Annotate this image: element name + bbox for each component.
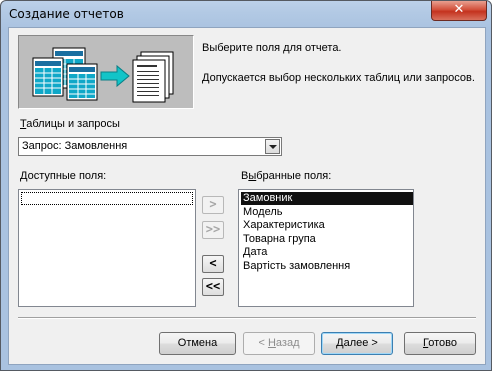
available-fields-label-text: оступные поля: xyxy=(27,170,107,182)
list-item[interactable]: Дата xyxy=(241,246,413,259)
dialog-window: Создание отчетов ✕ Выберите поля для отч… xyxy=(0,0,492,371)
back-button[interactable]: < Назад xyxy=(243,332,315,355)
back-button-label: азад xyxy=(275,337,300,349)
title-bar[interactable]: Создание отчетов ✕ xyxy=(1,1,491,27)
available-fields-list[interactable] xyxy=(18,189,196,307)
back-button-accel: Н xyxy=(267,337,276,349)
selected-fields-label: Выбранные поля: xyxy=(241,170,331,182)
add-field-button[interactable]: > xyxy=(202,196,224,214)
tables-queries-label: Таблицы и запросы xyxy=(20,118,120,130)
list-item[interactable]: Товарна група xyxy=(241,233,413,246)
divider xyxy=(18,317,476,319)
instruction-text: Выберите поля для отчета. xyxy=(202,42,342,54)
next-button-accel: Д xyxy=(336,337,344,349)
tables-queries-value: Запрос: Замовлення xyxy=(22,140,128,152)
list-focus-indicator xyxy=(21,192,193,205)
selected-fields-label-text: бранные поля: xyxy=(256,170,332,182)
wizard-illustration xyxy=(18,35,194,109)
finish-button[interactable]: Готово xyxy=(404,332,476,355)
close-button[interactable]: ✕ xyxy=(431,1,487,21)
list-item[interactable]: Замовник xyxy=(241,192,413,205)
multi-select-hint: Допускается выбор нескольких таблиц или … xyxy=(202,72,475,84)
cancel-button[interactable]: Отмена xyxy=(159,332,236,355)
add-all-fields-button[interactable]: >> xyxy=(202,221,224,239)
list-item[interactable]: Вартість замовлення xyxy=(241,260,413,273)
available-fields-label: Доступные поля: xyxy=(20,170,106,182)
selected-fields-list[interactable]: Замовник Модель Характеристика Товарна груп… xyxy=(238,189,414,307)
remove-field-button[interactable]: < xyxy=(202,255,224,273)
window-title: Создание отчетов xyxy=(9,7,124,21)
chevron-down-icon[interactable] xyxy=(265,139,280,154)
table-to-report-icon xyxy=(32,47,174,103)
tables-queries-label-text: аблицы и запросы xyxy=(26,118,120,130)
available-fields-label-accel: Д xyxy=(20,170,28,182)
back-button-arrow: < xyxy=(258,337,268,349)
tables-queries-select[interactable]: Запрос: Замовлення xyxy=(18,137,282,156)
list-item[interactable]: Характеристика xyxy=(241,219,413,232)
next-button[interactable]: Далее > xyxy=(321,332,393,355)
remove-all-fields-button[interactable]: << xyxy=(202,278,224,296)
close-icon: ✕ xyxy=(453,2,465,17)
list-item[interactable]: Модель xyxy=(241,206,413,219)
next-button-label: алее > xyxy=(343,337,378,349)
dialog-body: Выберите поля для отчета. Допускается вы… xyxy=(8,27,486,365)
finish-button-label: отово xyxy=(428,337,457,349)
